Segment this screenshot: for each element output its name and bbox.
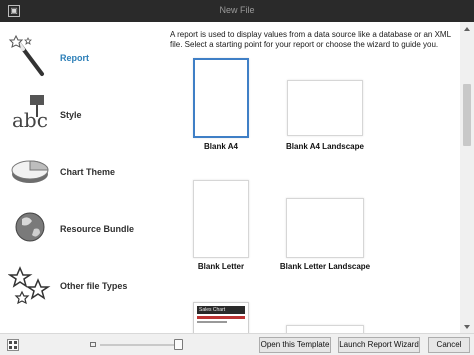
description-text: A report is used to display values from … (170, 30, 451, 49)
thumbnail-header: Sales Chart (197, 306, 245, 314)
template-blank-a4-landscape[interactable]: Blank A4 Landscape (278, 80, 372, 154)
template-sales-chart[interactable]: Sales Chart (193, 302, 249, 333)
sidebar-item-label: Chart Theme (60, 167, 116, 177)
sidebar-item-report[interactable]: Report (0, 28, 160, 84)
globe-icon (15, 212, 45, 242)
template-label: Blank Letter Landscape (279, 262, 371, 271)
template-panel: A report is used to display values from … (160, 22, 460, 333)
thumbnail-bar (197, 316, 245, 319)
sidebar-item-label: Style (60, 110, 82, 120)
template-blank-letter[interactable]: Blank Letter (190, 180, 252, 274)
scroll-down-arrow-icon[interactable] (464, 325, 470, 329)
scroll-up-arrow-icon[interactable] (464, 27, 470, 31)
template-label: Blank A4 Landscape (286, 142, 364, 151)
svg-text:abc: abc (12, 108, 48, 132)
title-bar[interactable]: ▣ New File (0, 0, 474, 22)
zoom-slider-track[interactable] (100, 344, 176, 346)
template-thumbnail (193, 58, 249, 138)
abc-style-icon: abc (12, 95, 48, 132)
sidebar-item-chart-theme[interactable]: Chart Theme (0, 142, 160, 198)
sidebar-item-resource-bundle[interactable]: Resource Bundle (0, 199, 160, 255)
sidebar-item-style[interactable]: abc Style (0, 85, 160, 141)
launch-wizard-button[interactable]: Launch Report Wizard (338, 337, 420, 353)
stars-icon (8, 266, 51, 305)
sidebar-item-other-file-types[interactable]: Other file Types (0, 256, 160, 312)
template-label: Blank Letter (197, 262, 245, 271)
vertical-scrollbar[interactable] (460, 22, 474, 333)
template-thumbnail (286, 325, 364, 333)
template-partial-landscape[interactable] (286, 325, 364, 333)
template-thumbnail: Sales Chart (193, 302, 249, 333)
open-template-button[interactable]: Open this Template (259, 337, 331, 353)
sidebar-item-label: Report (60, 53, 89, 63)
file-type-sidebar: Report abc Style Chart Theme Resource Bu… (0, 22, 160, 333)
pie-chart-icon (11, 160, 49, 183)
grid-view-icon[interactable] (7, 339, 19, 351)
template-label: Blank A4 (204, 142, 238, 151)
template-blank-letter-landscape[interactable]: Blank Letter Landscape (272, 198, 378, 274)
template-thumbnail (193, 180, 249, 258)
sidebar-item-label: Resource Bundle (60, 224, 135, 234)
zoom-slider-thumb[interactable] (174, 339, 183, 350)
wand-icon (8, 34, 44, 76)
template-blank-a4[interactable]: Blank A4 (190, 58, 252, 154)
footer-bar: Open this Template Launch Report Wizard … (0, 333, 474, 355)
template-thumbnail (286, 198, 364, 258)
scroll-thumb[interactable] (463, 84, 471, 146)
zoom-small-icon (90, 342, 96, 347)
sidebar-item-label: Other file Types (60, 281, 128, 291)
template-thumbnail (287, 80, 363, 136)
window-title: New File (219, 5, 255, 15)
new-file-dialog: ▣ New File Report abc Style Chart Theme … (0, 0, 474, 355)
thumbnail-line (197, 321, 227, 323)
cancel-button[interactable]: Cancel (428, 337, 470, 353)
